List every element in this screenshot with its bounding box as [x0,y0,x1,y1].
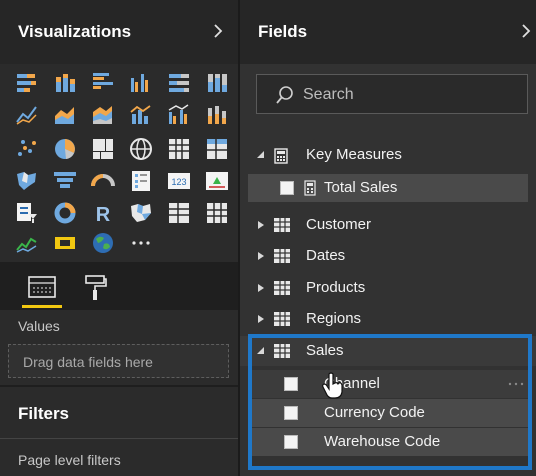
field-label: Warehouse Code [324,433,441,450]
field-label: Total Sales [324,179,398,196]
multi-row-card-icon[interactable] [128,168,158,198]
filters-title: Filters [18,404,70,423]
checkbox[interactable] [284,435,298,449]
field-label: Currency Code [324,404,425,421]
drop-placeholder: Drag data fields here [23,354,153,370]
expanded-arrow-icon [257,151,264,158]
stacked-bar-chart-icon[interactable] [14,70,44,100]
line-and-stacked-column-icon[interactable] [128,102,158,132]
fields-title: Fields [258,22,308,41]
scatter-chart-icon[interactable] [14,136,44,166]
active-tab-underline [22,305,62,308]
fields-header: Fields [240,0,536,64]
clustered-bar-chart-icon[interactable] [90,70,120,100]
chevron-right-icon[interactable] [212,22,224,40]
matrix-visual-icon[interactable] [204,200,234,230]
visualizations-pane: Visualizations 123 R Values Drag data fi… [0,0,238,476]
visualizations-header: Visualizations [0,0,238,64]
visualizations-tab-bar [0,262,238,310]
hand-pointer-cursor-icon [322,372,343,399]
search-placeholder: Search [303,86,354,103]
waterfall-chart-icon[interactable] [14,230,44,260]
fields-tab[interactable] [18,270,66,310]
line-and-clustered-column-icon[interactable] [166,102,196,132]
table-customer[interactable]: Customer [240,210,536,240]
collapsed-arrow-icon [258,252,264,260]
line-chart-icon[interactable] [14,102,44,132]
table-products[interactable]: Products [240,273,536,303]
100-stacked-column-chart-icon[interactable] [204,70,234,100]
format-tab[interactable] [80,270,112,306]
calculator-icon [274,148,288,164]
checkbox[interactable] [284,377,298,391]
table-name: Products [306,279,366,296]
globe-map-icon[interactable] [90,230,120,260]
paint-roller-icon [85,275,107,300]
divider [0,385,238,387]
table-sales[interactable]: Sales [240,336,536,366]
values-drop-zone[interactable]: Drag data fields here [8,344,229,378]
expanded-arrow-icon [257,347,264,354]
search-input[interactable]: Search [256,74,528,114]
ribbon-chart-icon[interactable] [204,102,234,132]
divider [0,438,238,439]
table-name: Dates [306,247,346,264]
collapsed-arrow-icon [258,221,264,229]
funnel-icon[interactable] [52,168,82,198]
card-icon[interactable]: 123 [166,168,196,198]
table-icon[interactable] [166,136,196,166]
checkbox[interactable] [284,406,298,420]
table-icon [274,249,290,263]
donut-chart-icon[interactable] [52,200,82,230]
table-name: Regions [306,310,362,327]
gauge-icon[interactable] [90,168,120,198]
chevron-right-icon[interactable] [520,22,532,40]
stacked-area-chart-icon[interactable] [90,102,120,132]
svg-text:R: R [96,204,111,226]
map-icon[interactable] [128,136,158,166]
collapsed-arrow-icon [258,284,264,292]
calculator-icon [304,180,316,196]
clustered-column-chart-icon[interactable] [128,70,158,100]
table-icon [274,344,290,358]
more-options-icon[interactable] [508,382,524,386]
table-icon [274,218,290,232]
table-icon [274,281,290,295]
kpi-icon[interactable] [204,168,234,198]
page-level-filters-label: Page level filters [18,452,121,468]
field-warehouse-code[interactable]: Warehouse Code [252,428,532,456]
field-total-sales[interactable]: Total Sales [248,174,528,202]
pie-chart-icon[interactable] [52,136,82,166]
table-name: Key Measures [306,146,402,163]
table-name: Sales [306,342,344,359]
more-visuals-icon[interactable] [128,230,158,260]
visual-gallery: 123 R [14,66,228,261]
table-name: Customer [306,216,372,233]
table-regions[interactable]: Regions [240,304,536,334]
stacked-column-chart-icon[interactable] [52,70,82,100]
100-stacked-bar-chart-icon[interactable] [166,70,196,100]
table-dates[interactable]: Dates [240,241,536,271]
r-script-visual-icon[interactable]: R [90,200,120,230]
field-currency-code[interactable]: Currency Code [252,399,532,427]
treemap-icon[interactable] [90,136,120,166]
matrix-icon[interactable] [204,136,234,166]
slicer-icon[interactable] [14,200,44,230]
visualizations-title: Visualizations [18,22,132,41]
table-key-measures[interactable]: Key Measures [240,140,536,170]
fields-well-icon [28,276,56,298]
field-channel[interactable]: Channel [252,370,532,398]
values-label: Values [18,318,60,334]
svg-text:123: 123 [171,177,186,187]
area-chart-icon[interactable] [52,102,82,132]
checkbox[interactable] [280,181,294,195]
shape-map-icon[interactable] [128,200,158,230]
collapsed-arrow-icon [258,315,264,323]
table-icon [274,312,290,326]
custom-visual-icon[interactable] [52,230,82,260]
search-icon [276,86,293,104]
filled-map-icon[interactable] [14,168,44,198]
table-visual-icon[interactable] [166,200,196,230]
